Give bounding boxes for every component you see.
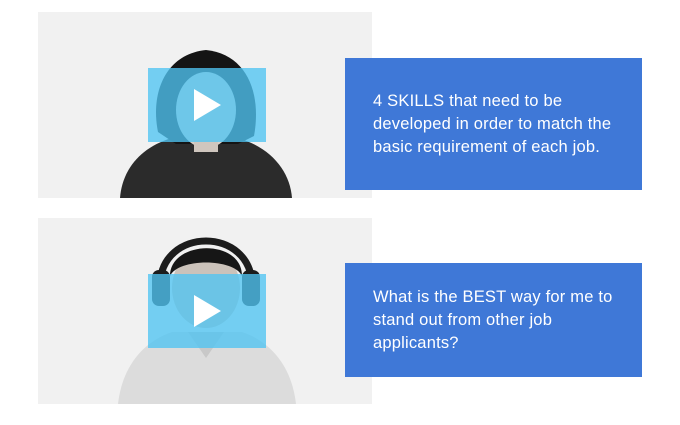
caption-text-2: What is the BEST way for me to stand out… (373, 287, 613, 352)
video-card-2[interactable] (38, 218, 372, 404)
play-icon (194, 89, 221, 121)
video-caption-2: What is the BEST way for me to stand out… (345, 263, 642, 377)
play-overlay-2[interactable] (148, 274, 266, 348)
play-overlay-1[interactable] (148, 68, 266, 142)
play-icon (194, 295, 221, 327)
video-card-1[interactable] (38, 12, 372, 198)
caption-text-1: 4 SKILLS that need to be developed in or… (373, 91, 612, 156)
video-caption-1: 4 SKILLS that need to be developed in or… (345, 58, 642, 190)
